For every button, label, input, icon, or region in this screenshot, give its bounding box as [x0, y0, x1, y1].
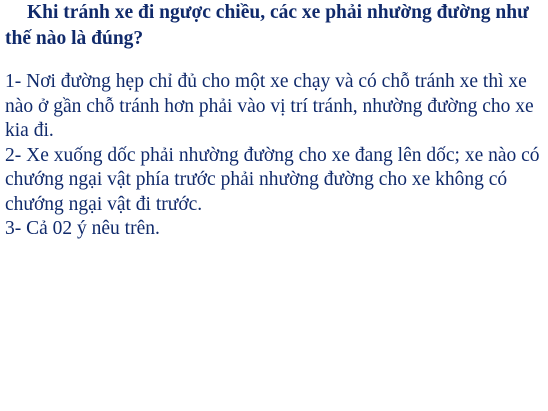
answer-option-2[interactable]: 2- Xe xuống dốc phải nhường đường cho xe…: [5, 144, 545, 218]
answer-list: 1- Nơi đường hẹp chỉ đủ cho một xe chạy …: [5, 70, 545, 242]
question-text: Khi tránh xe đi ngược chiều, các xe phải…: [5, 2, 529, 49]
answer-option-3[interactable]: 3- Cả 02 ý nêu trên.: [5, 217, 545, 242]
answer-option-1[interactable]: 1- Nơi đường hẹp chỉ đủ cho một xe chạy …: [5, 70, 545, 144]
quiz-slide: Khi tránh xe đi ngược chiều, các xe phải…: [0, 0, 548, 411]
